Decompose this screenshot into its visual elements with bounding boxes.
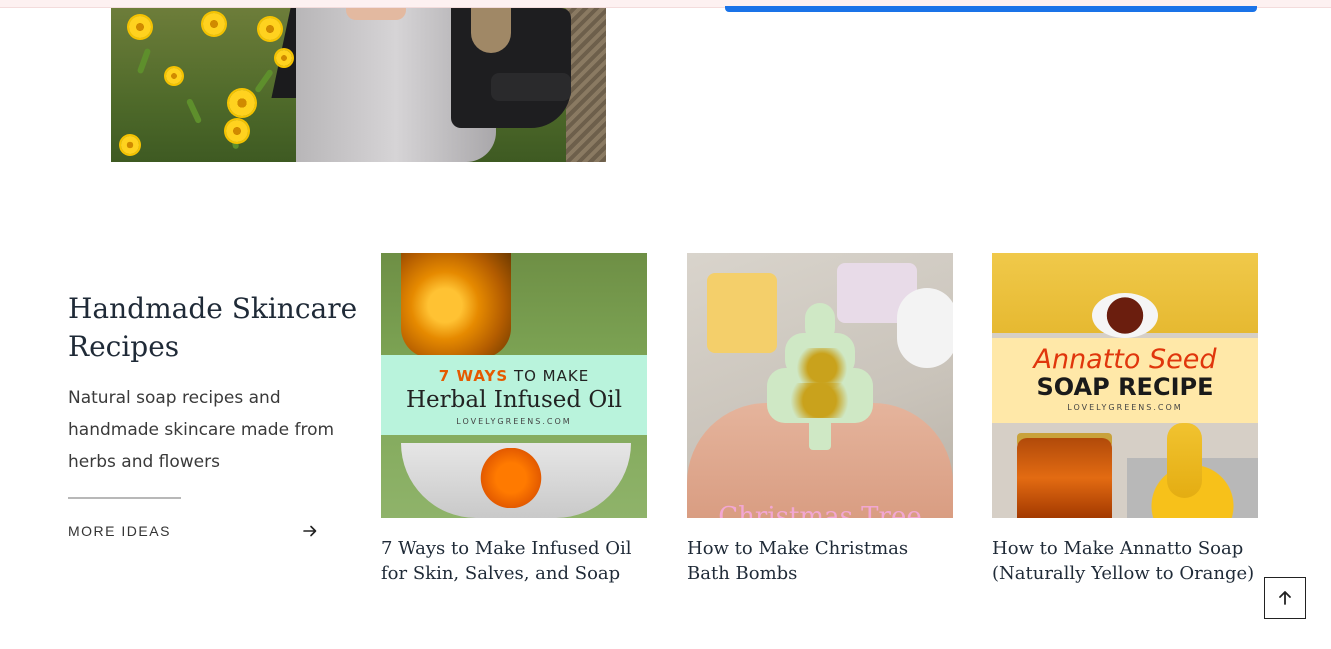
recipe-thumbnail[interactable]: 7 WAYS TO MAKE Herbal Infused Oil LOVELY… [381, 253, 647, 518]
infused-oil-jar [401, 253, 511, 358]
recipe-caption[interactable]: How to Make Annatto Soap (Naturally Yell… [992, 536, 1258, 586]
thumbnail-overlay-text: Christmas Tree [718, 502, 922, 518]
tree-trunk [809, 418, 831, 450]
hero-photo [111, 8, 606, 162]
back-to-top-button[interactable] [1264, 577, 1306, 619]
section-description: Natural soap recipes and handmade skinca… [68, 388, 335, 472]
blue-action-bar[interactable] [725, 6, 1257, 12]
banner-title: SOAP RECIPE [1036, 373, 1214, 401]
right-sleeve [451, 8, 571, 128]
calendula-flower [229, 90, 255, 116]
sleeve-cuff [491, 73, 571, 101]
hair [471, 8, 511, 53]
thumbnail-banner: 7 WAYS TO MAKE Herbal Infused Oil LOVELY… [381, 355, 647, 435]
white-cup [897, 288, 953, 368]
gold-glitter [792, 348, 852, 388]
leaf [254, 68, 274, 94]
recipe-card-infused-oil[interactable]: 7 WAYS TO MAKE Herbal Infused Oil LOVELY… [381, 253, 647, 586]
calendula-flower [121, 136, 139, 154]
banner-highlight: 7 WAYS [438, 367, 509, 385]
section-divider [68, 497, 181, 499]
leaf [185, 97, 203, 125]
thumbnail-banner: Annatto Seed SOAP RECIPE LOVELYGREENS.CO… [992, 338, 1258, 423]
calendula-petals [471, 448, 551, 508]
section-title: Handmade Skincare Recipes [68, 292, 358, 363]
mulch-ground [566, 8, 606, 162]
recipe-card-bath-bombs[interactable]: Christmas Tree How to Make Christmas Bat… [687, 253, 953, 586]
calendula-flower [276, 50, 292, 66]
calendula-flower [226, 120, 248, 142]
annatto-oil-jar [1017, 438, 1112, 518]
recipe-thumbnail[interactable]: Christmas Tree [687, 253, 953, 518]
more-ideas-link[interactable]: MORE IDEAS [68, 518, 318, 544]
banner-site: LOVELYGREENS.COM [456, 417, 572, 426]
calendula-flower [259, 18, 281, 40]
leaf [136, 47, 152, 75]
banner-title: Herbal Infused Oil [405, 387, 622, 413]
calendula-flower [166, 68, 182, 84]
banner-site: LOVELYGREENS.COM [1067, 403, 1183, 412]
calendula-flower [203, 13, 225, 35]
arrow-right-icon [303, 525, 317, 537]
recipe-caption[interactable]: 7 Ways to Make Infused Oil for Skin, Sal… [381, 536, 647, 586]
recipe-card-annatto-soap[interactable]: Annatto Seed SOAP RECIPE LOVELYGREENS.CO… [992, 253, 1258, 586]
recipe-thumbnail[interactable]: Annatto Seed SOAP RECIPE LOVELYGREENS.CO… [992, 253, 1258, 518]
gold-glitter [782, 383, 857, 418]
calendula-flower [129, 16, 151, 38]
soap-batter-drip [1167, 423, 1202, 498]
arrow-up-icon [1279, 591, 1291, 605]
annatto-seed-bowl [1092, 293, 1158, 338]
more-ideas-label: MORE IDEAS [68, 523, 171, 539]
banner-script: Annatto Seed [1033, 344, 1217, 375]
yellow-soap [707, 273, 777, 353]
recipe-caption[interactable]: How to Make Christmas Bath Bombs [687, 536, 953, 586]
hands [346, 8, 406, 20]
banner-subtitle: TO MAKE [508, 367, 590, 385]
